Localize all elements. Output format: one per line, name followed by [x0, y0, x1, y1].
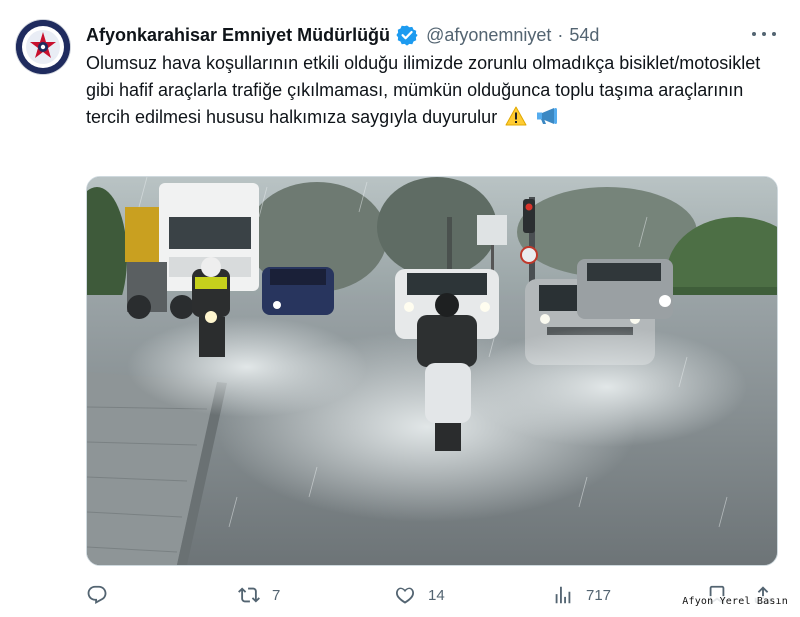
retweet-count: 7 — [272, 586, 281, 604]
more-options-icon[interactable] — [752, 24, 776, 44]
tweet-text: Olumsuz hava koşullarının etkili olduğu … — [86, 50, 786, 134]
verified-badge-icon — [396, 24, 418, 46]
tweet-body: Olumsuz hava koşullarının etkili olduğu … — [86, 53, 761, 127]
tweet-header: Afyonkarahisar Emniyet Müdürlüğü @afyone… — [86, 22, 599, 48]
like-button[interactable]: 14 — [394, 580, 445, 610]
reply-button[interactable] — [86, 580, 120, 610]
megaphone-emoji — [535, 106, 561, 134]
rain-street-photo — [87, 177, 777, 565]
like-count: 14 — [428, 586, 445, 604]
author-handle[interactable]: @afyonemniyet — [426, 25, 551, 46]
tweet-actions: 7 14 717 — [86, 580, 786, 610]
avatar[interactable] — [16, 20, 70, 74]
tweet: Afyonkarahisar Emniyet Müdürlüğü @afyone… — [0, 0, 800, 617]
timestamp[interactable]: 54d — [569, 25, 599, 46]
views-button[interactable]: 717 — [552, 580, 611, 610]
tweet-photo[interactable] — [86, 176, 778, 566]
retweet-button[interactable]: 7 — [238, 580, 280, 610]
views-icon — [552, 584, 574, 606]
warning-emoji — [505, 106, 527, 134]
watermark: Afyon Yerel Basın — [682, 596, 788, 607]
separator-dot: · — [557, 24, 564, 45]
retweet-icon — [238, 584, 260, 606]
author-name[interactable]: Afyonkarahisar Emniyet Müdürlüğü — [86, 25, 390, 46]
views-count: 717 — [586, 586, 612, 604]
reply-icon — [86, 584, 108, 606]
like-icon — [394, 584, 416, 606]
